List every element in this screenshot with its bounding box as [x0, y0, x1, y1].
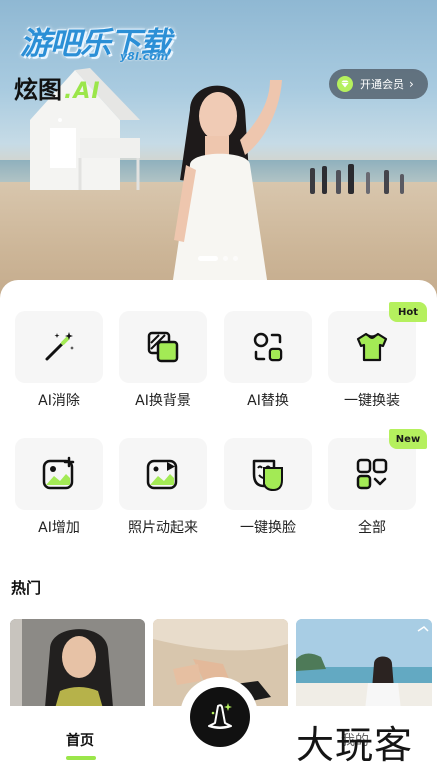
- app-logo-en: .AI: [64, 79, 101, 104]
- hot-card-1[interactable]: [10, 619, 145, 719]
- carousel-dot-2[interactable]: [223, 256, 228, 261]
- tool-ai-background[interactable]: [119, 311, 207, 383]
- layers-background-icon: [147, 331, 179, 363]
- hot-section-title: 热门: [11, 579, 42, 597]
- tool-ai-erase[interactable]: [15, 311, 103, 383]
- open-vip-button[interactable]: 开通会员 ›: [329, 69, 428, 99]
- tool-label: 一键换装: [344, 393, 400, 409]
- hot-card-image: [296, 619, 432, 719]
- swap-shapes-icon: [253, 332, 283, 362]
- image-add-icon: [42, 456, 75, 490]
- carousel-dot-1[interactable]: [198, 256, 218, 261]
- tool-photo-animate[interactable]: [119, 438, 207, 510]
- hero-model-graphic: [170, 80, 282, 300]
- site-watermark: 游吧乐下载 y8l.com: [18, 18, 183, 66]
- shirt-icon: [356, 332, 388, 362]
- tool-label: 照片动起来: [128, 520, 198, 536]
- nav-home-tab[interactable]: 首页: [50, 730, 110, 750]
- app-screen: 游吧乐下载 y8l.com 炫图 .AI 开通会员 › AI消除 AI换背景 A…: [0, 0, 437, 771]
- mask-icon: [252, 459, 283, 492]
- watermark-sub: y8l.com: [120, 50, 169, 63]
- tool-face-swap[interactable]: [224, 438, 312, 510]
- tool-ai-replace[interactable]: [224, 311, 312, 383]
- hero-banner[interactable]: 游吧乐下载 y8l.com 炫图 .AI 开通会员 ›: [0, 0, 437, 300]
- magic-wand-icon: [45, 332, 74, 361]
- create-button[interactable]: [190, 687, 250, 747]
- vip-label: 开通会员: [360, 78, 404, 91]
- tool-ai-add[interactable]: [15, 438, 103, 510]
- tool-label: 全部: [358, 520, 386, 536]
- grid-more-icon: [356, 458, 388, 490]
- tool-label: AI换背景: [135, 393, 191, 409]
- hot-badge: Hot: [389, 302, 427, 322]
- chevron-right-icon: ›: [409, 77, 414, 91]
- app-logo-cn: 炫图: [14, 76, 62, 104]
- tool-label: AI增加: [38, 520, 80, 536]
- new-badge: New: [389, 429, 427, 449]
- carousel-dot-3[interactable]: [233, 256, 238, 261]
- nav-home-indicator: [66, 756, 96, 760]
- hot-card-image: [10, 619, 145, 719]
- app-logo: 炫图 .AI: [14, 70, 101, 104]
- hot-card-3[interactable]: [296, 619, 432, 719]
- image-play-icon: [146, 459, 178, 490]
- tool-label: 一键换脸: [240, 520, 296, 536]
- carousel-indicator: [198, 256, 238, 261]
- corner-watermark: 大玩客: [296, 723, 414, 767]
- tool-label: AI消除: [38, 393, 80, 409]
- tool-label: AI替换: [247, 393, 289, 409]
- gem-icon: [337, 76, 353, 92]
- wizard-hat-icon: [208, 703, 232, 729]
